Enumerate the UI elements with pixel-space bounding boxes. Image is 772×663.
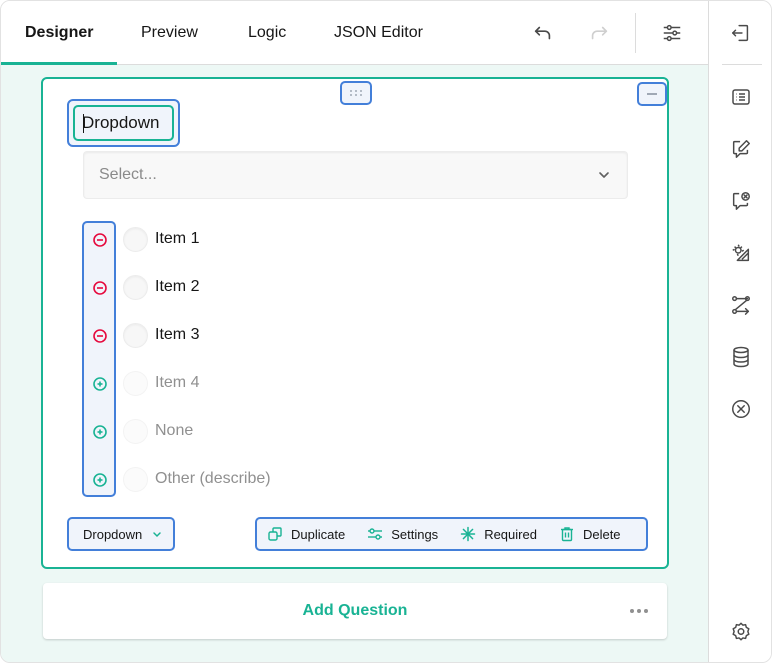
settings-button[interactable]: Settings xyxy=(367,526,438,542)
question-type-selector[interactable]: Dropdown xyxy=(67,517,175,551)
remove-choice-button[interactable] xyxy=(92,232,108,248)
remove-circle-icon xyxy=(93,329,107,343)
delete-label: Delete xyxy=(582,526,621,542)
drag-dots-icon xyxy=(350,90,362,96)
logic-flow-icon xyxy=(732,296,750,315)
database-icon xyxy=(733,346,749,368)
choice-label: Other (describe) xyxy=(155,470,271,487)
more-options-button[interactable] xyxy=(627,601,651,621)
settings-label: Settings xyxy=(391,526,439,542)
sidebar-item-theme[interactable] xyxy=(725,237,757,269)
select-placeholder: Select... xyxy=(99,166,157,183)
drag-handle[interactable] xyxy=(340,81,372,105)
collapse-button[interactable] xyxy=(637,82,667,106)
list-icon xyxy=(732,89,750,105)
comment-x-icon xyxy=(732,192,750,210)
choice-item-disabled: Item 4 xyxy=(123,369,199,397)
gear-icon xyxy=(732,622,750,641)
required-label: Required xyxy=(484,526,537,542)
dot-icon xyxy=(644,609,648,613)
survey-settings-button[interactable] xyxy=(656,17,688,49)
choice-label[interactable]: Item 2 xyxy=(155,278,199,296)
toolbar-divider xyxy=(635,13,636,53)
add-choice-button[interactable] xyxy=(92,376,108,392)
chevron-down-icon xyxy=(599,172,609,178)
choice-item: Item 3 xyxy=(123,321,199,349)
survey-creator: Designer Preview Logic JSON Editor Dropd… xyxy=(0,0,772,663)
preferences-button[interactable] xyxy=(725,616,757,648)
question-actions-bar: Duplicate Settings Required Delete xyxy=(255,517,648,551)
duplicate-label: Duplicate xyxy=(291,526,346,542)
add-circle-icon xyxy=(93,425,107,439)
sidebar-item-general[interactable] xyxy=(725,81,757,113)
choice-radio xyxy=(123,370,148,396)
exit-panel-icon xyxy=(732,24,749,42)
choice-actions-panel xyxy=(82,221,116,497)
dot-icon xyxy=(630,609,634,613)
choice-radio xyxy=(123,466,148,492)
add-circle-icon xyxy=(93,473,107,487)
choice-item: Item 2 xyxy=(123,273,199,301)
sidebar-item-validation[interactable] xyxy=(725,185,757,217)
design-canvas: Dropdown Select... Item 1 Item 2 Item 3 … xyxy=(1,65,708,662)
sidebar-item-clear[interactable] xyxy=(725,393,757,425)
delete-button[interactable]: Delete xyxy=(559,526,621,542)
choice-label: None xyxy=(155,422,194,439)
duplicate-button[interactable]: Duplicate xyxy=(267,526,345,542)
choice-item-disabled: None xyxy=(123,417,193,445)
duplicate-icon xyxy=(268,527,282,541)
question-title-input[interactable]: Dropdown xyxy=(73,105,174,141)
right-sidebar xyxy=(708,1,771,662)
question-title: Dropdown xyxy=(82,113,160,132)
choice-radio[interactable] xyxy=(123,226,148,252)
question-title-wrapper: Dropdown xyxy=(67,99,180,147)
question-card[interactable]: Dropdown Select... Item 1 Item 2 Item 3 … xyxy=(41,77,669,569)
theme-icon xyxy=(732,244,750,262)
sidebar-item-data[interactable] xyxy=(725,341,757,373)
tab-designer[interactable]: Designer xyxy=(25,1,93,65)
choice-label: Item 4 xyxy=(155,374,200,391)
choice-item-disabled: Other (describe) xyxy=(123,465,271,493)
trash-icon xyxy=(560,527,573,542)
choice-radio[interactable] xyxy=(123,322,148,348)
minus-icon xyxy=(647,93,657,95)
settings-sliders-icon xyxy=(368,528,383,540)
collapse-sidebar-button[interactable] xyxy=(725,17,757,49)
settings-sliders-icon xyxy=(663,24,681,42)
asterisk-icon xyxy=(460,526,476,542)
dropdown-select[interactable]: Select... xyxy=(83,151,628,199)
undo-button[interactable] xyxy=(527,17,559,49)
top-toolbar: Designer Preview Logic JSON Editor xyxy=(1,1,708,65)
edit-comment-icon xyxy=(732,140,750,158)
remove-choice-button[interactable] xyxy=(92,328,108,344)
undo-icon xyxy=(534,26,551,40)
redo-icon xyxy=(591,26,608,40)
tab-preview[interactable]: Preview xyxy=(141,1,198,65)
remove-circle-icon xyxy=(93,233,107,247)
choice-radio[interactable] xyxy=(123,274,148,300)
sidebar-divider xyxy=(722,64,762,65)
remove-circle-icon xyxy=(93,281,107,295)
choice-item: Item 1 xyxy=(123,225,199,253)
choice-label[interactable]: Item 3 xyxy=(155,326,199,344)
chevron-down-icon xyxy=(153,532,162,538)
sidebar-item-edit[interactable] xyxy=(725,133,757,165)
required-toggle[interactable]: Required xyxy=(460,526,537,542)
dot-icon xyxy=(637,609,641,613)
add-choice-button[interactable] xyxy=(92,472,108,488)
question-type-label: Dropdown xyxy=(83,526,143,542)
choice-radio xyxy=(123,418,148,444)
add-question-bar: Add Question xyxy=(43,583,667,639)
add-question-button[interactable]: Add Question xyxy=(43,583,667,639)
choice-label[interactable]: Item 1 xyxy=(155,230,199,248)
tab-logic[interactable]: Logic xyxy=(248,1,286,65)
tab-json-editor[interactable]: JSON Editor xyxy=(334,1,423,65)
remove-choice-button[interactable] xyxy=(92,280,108,296)
clear-icon xyxy=(732,400,750,418)
text-caret xyxy=(83,114,84,133)
sidebar-item-logic[interactable] xyxy=(725,289,757,321)
redo-button[interactable] xyxy=(583,17,615,49)
add-circle-icon xyxy=(93,377,107,391)
add-choice-button[interactable] xyxy=(92,424,108,440)
